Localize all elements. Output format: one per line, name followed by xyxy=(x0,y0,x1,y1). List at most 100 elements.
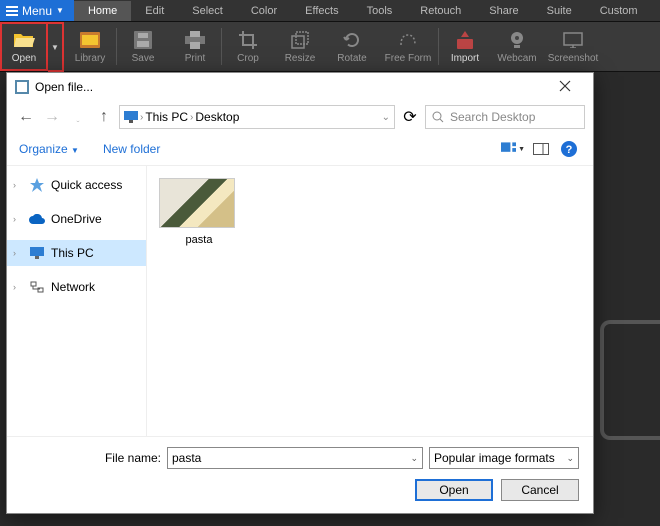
chevron-right-icon: › xyxy=(13,214,23,224)
open-label: Open xyxy=(12,53,36,64)
open-button[interactable]: Open xyxy=(0,22,48,71)
thumbnails-icon xyxy=(501,142,516,156)
search-placeholder: Search Desktop xyxy=(450,110,535,124)
tab-retouch[interactable]: Retouch xyxy=(406,1,475,21)
library-button[interactable]: Library xyxy=(64,22,116,71)
hamburger-icon xyxy=(6,6,18,16)
toolbar: Organize ▼ New folder ▼ ? xyxy=(7,133,593,166)
nav-quick-access[interactable]: › Quick access xyxy=(7,172,146,198)
resize-icon xyxy=(289,29,311,51)
chevron-down-icon[interactable]: ⌄ xyxy=(410,453,418,464)
tab-tools[interactable]: Tools xyxy=(353,1,407,21)
recent-dropdown[interactable]: ˬ xyxy=(67,106,89,128)
nav-label: Network xyxy=(51,280,95,294)
open-confirm-button[interactable]: Open xyxy=(415,479,493,501)
file-item[interactable]: pasta xyxy=(159,178,239,246)
path-seg-thispc[interactable]: This PC xyxy=(145,110,188,124)
nav-label: This PC xyxy=(51,246,94,260)
filter-value: Popular image formats xyxy=(434,451,555,465)
tab-edit[interactable]: Edit xyxy=(131,1,178,21)
screenshot-icon xyxy=(562,29,584,51)
screenshot-label: Screenshot xyxy=(548,53,599,64)
tab-select[interactable]: Select xyxy=(178,1,237,21)
nav-label: OneDrive xyxy=(51,212,102,226)
dialog-title: Open file... xyxy=(35,80,93,94)
tab-custom[interactable]: Custom xyxy=(586,1,652,21)
cloud-icon xyxy=(29,211,45,227)
search-input[interactable]: Search Desktop xyxy=(425,105,585,129)
forward-button[interactable]: → xyxy=(41,106,63,128)
close-button[interactable] xyxy=(545,79,585,95)
chevron-down-icon[interactable]: ⌄ xyxy=(566,453,574,464)
chevron-down-icon: ▼ xyxy=(51,43,59,52)
chevron-right-icon: › xyxy=(140,112,143,123)
crop-button[interactable]: Crop xyxy=(222,22,274,71)
save-icon xyxy=(132,29,154,51)
files-pane[interactable]: pasta xyxy=(147,166,593,436)
svg-text:?: ? xyxy=(566,144,573,156)
resize-button[interactable]: Resize xyxy=(274,22,326,71)
chevron-down-icon: ▼ xyxy=(56,6,64,15)
nav-label: Quick access xyxy=(51,178,122,192)
arrow-up-icon: ↑ xyxy=(100,108,108,126)
chevron-right-icon: › xyxy=(13,248,23,258)
filename-input[interactable]: pasta ⌄ xyxy=(167,447,423,469)
crop-icon xyxy=(237,29,259,51)
menu-label: Menu xyxy=(22,4,52,18)
help-button[interactable]: ? xyxy=(557,139,581,159)
nav-this-pc[interactable]: › This PC xyxy=(7,240,146,266)
import-button[interactable]: Import xyxy=(439,22,491,71)
rotate-label: Rotate xyxy=(337,53,366,64)
menu-button[interactable]: Menu ▼ xyxy=(0,0,74,21)
address-bar[interactable]: › This PC › Desktop ⌄ xyxy=(119,105,395,129)
webcam-label: Webcam xyxy=(497,53,536,64)
freeform-label: Free Form xyxy=(385,53,432,64)
filename-value: pasta xyxy=(172,451,201,465)
webcam-button[interactable]: Webcam xyxy=(491,22,543,71)
file-thumbnail xyxy=(159,178,235,228)
path-seg-desktop[interactable]: Desktop xyxy=(195,110,239,124)
nav-row: ← → ˬ ↑ › This PC › Desktop ⌄ ⟳ Search D… xyxy=(7,101,593,133)
chevron-down-icon: ▼ xyxy=(71,146,79,155)
library-label: Library xyxy=(75,53,106,64)
print-button[interactable]: Print xyxy=(169,22,221,71)
arrow-right-icon: → xyxy=(44,108,60,126)
import-icon xyxy=(454,29,476,51)
organize-button[interactable]: Organize ▼ xyxy=(19,142,79,156)
preview-pane-button[interactable] xyxy=(529,139,553,159)
chevron-right-icon: › xyxy=(190,112,193,123)
print-icon xyxy=(184,29,206,51)
new-folder-button[interactable]: New folder xyxy=(103,142,160,156)
chevron-down-icon[interactable]: ⌄ xyxy=(382,112,390,123)
refresh-button[interactable]: ⟳ xyxy=(399,107,421,127)
dialog-footer: File name: pasta ⌄ Popular image formats… xyxy=(7,436,593,513)
freeform-icon xyxy=(397,29,419,51)
up-button[interactable]: ↑ xyxy=(93,106,115,128)
close-icon xyxy=(559,80,571,92)
import-label: Import xyxy=(451,53,479,64)
resize-label: Resize xyxy=(285,53,316,64)
filename-label: File name: xyxy=(21,451,161,465)
tab-effects[interactable]: Effects xyxy=(291,1,352,21)
tab-suite[interactable]: Suite xyxy=(533,1,586,21)
tab-home[interactable]: Home xyxy=(74,1,131,21)
rotate-button[interactable]: Rotate xyxy=(326,22,378,71)
save-button[interactable]: Save xyxy=(117,22,169,71)
screenshot-button[interactable]: Screenshot xyxy=(543,22,603,71)
chevron-down-icon: ˬ xyxy=(77,112,80,122)
back-button[interactable]: ← xyxy=(15,106,37,128)
filetype-filter[interactable]: Popular image formats ⌄ xyxy=(429,447,579,469)
freeform-button[interactable]: Free Form xyxy=(378,22,438,71)
cancel-button[interactable]: Cancel xyxy=(501,479,579,501)
open-dropdown[interactable]: ▼ xyxy=(48,22,64,72)
nav-onedrive[interactable]: › OneDrive xyxy=(7,206,146,232)
tab-share[interactable]: Share xyxy=(475,1,532,21)
webcam-icon xyxy=(506,29,528,51)
search-icon xyxy=(432,111,444,123)
crop-label: Crop xyxy=(237,53,259,64)
view-mode-button[interactable]: ▼ xyxy=(501,139,525,159)
nav-network[interactable]: › Network xyxy=(7,274,146,300)
tab-color[interactable]: Color xyxy=(237,1,291,21)
folder-open-icon xyxy=(13,29,35,51)
print-label: Print xyxy=(185,53,206,64)
